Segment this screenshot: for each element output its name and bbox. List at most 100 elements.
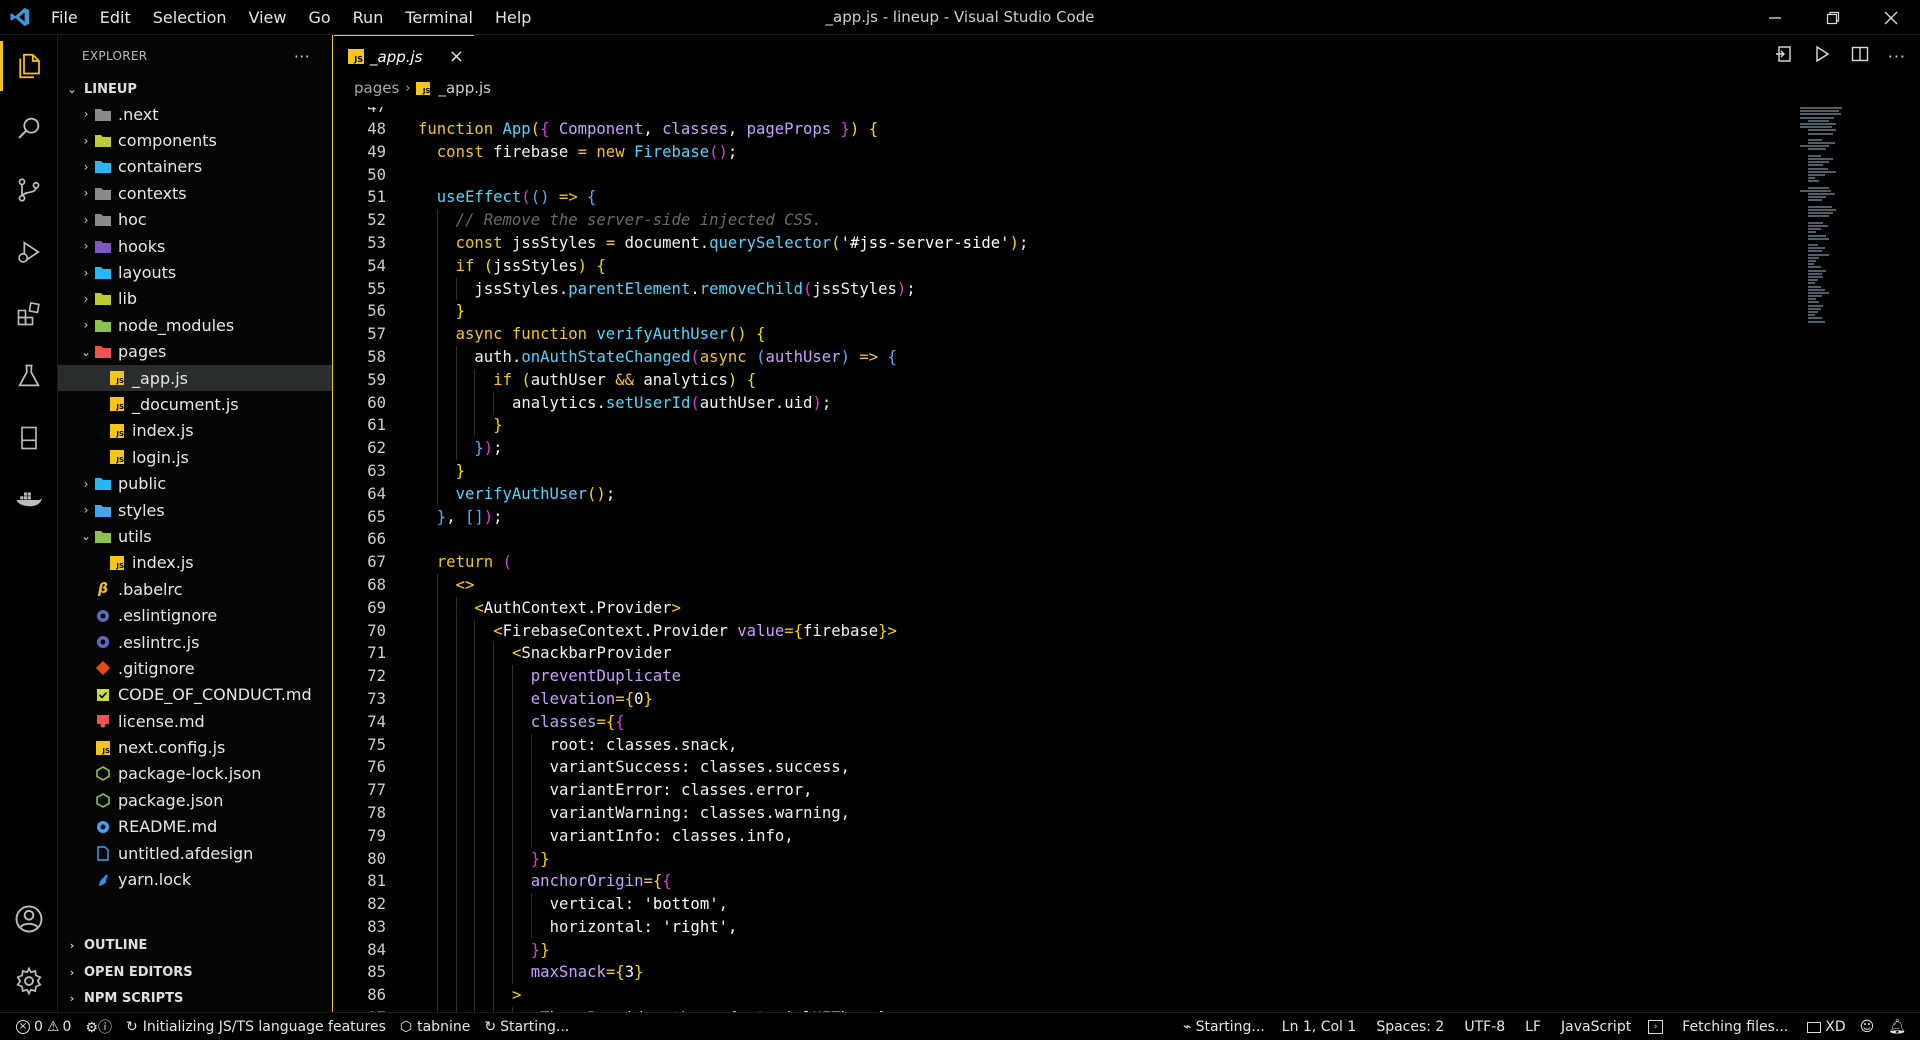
file-code-of-conduct-md[interactable]: CODE_OF_CONDUCT.md: [58, 682, 332, 708]
notifications-status[interactable]: 🔔︎: [1881, 1013, 1920, 1040]
menu-help[interactable]: Help: [484, 0, 542, 35]
code-token: {: [887, 347, 897, 366]
live-share-status[interactable]: ⚙ⓘ: [78, 1013, 119, 1040]
code-token: >: [671, 598, 681, 617]
folder-lib[interactable]: › lib: [58, 286, 332, 312]
run-debug-activity-button[interactable]: [0, 221, 58, 283]
accounts-activity-button[interactable]: [0, 888, 58, 950]
code-editor[interactable]: 47 48 function App({ Component, classes, p…: [334, 107, 1920, 1012]
file-index-js[interactable]: JS index.js: [58, 418, 332, 444]
docker-activity-button[interactable]: [0, 469, 58, 531]
folder-next[interactable]: › .next: [58, 101, 332, 127]
code-token: ;: [906, 279, 916, 298]
menu-file[interactable]: File: [40, 0, 89, 35]
minimap[interactable]: [1800, 107, 1870, 337]
close-tab-icon[interactable]: ×: [449, 46, 464, 67]
explorer-activity-button[interactable]: [0, 35, 58, 97]
file-eslintrc-js[interactable]: .eslintrc.js: [58, 629, 332, 655]
file-package-json[interactable]: package.json: [58, 787, 332, 813]
code-token: ,: [718, 895, 728, 914]
breadcrumb-folder[interactable]: pages: [354, 79, 399, 97]
line-number: 70: [367, 621, 386, 640]
file-yarn-lock[interactable]: yarn.lock: [58, 866, 332, 892]
project-section-header[interactable]: ⌄ LINEUP: [58, 77, 332, 101]
terminal-status[interactable]: ›: [1641, 1013, 1670, 1040]
tab-app-js[interactable]: JS _app.js ×: [334, 35, 474, 77]
code-token: (): [587, 484, 606, 503]
folder-layouts[interactable]: › layouts: [58, 259, 332, 285]
problems-status[interactable]: × 0 ⚠ 0: [0, 1013, 78, 1040]
activity-bar: [0, 35, 58, 1012]
starting-status[interactable]: ↻ Starting...: [477, 1013, 576, 1040]
code-token: ): [577, 256, 588, 275]
testing-activity-button[interactable]: [0, 345, 58, 407]
xd-status[interactable]: XD: [1800, 1013, 1852, 1040]
file-babelrc[interactable]: β .babelrc: [58, 576, 332, 602]
file-login-js[interactable]: JS login.js: [58, 444, 332, 470]
folder-hooks[interactable]: › hooks: [58, 233, 332, 259]
file-readme-md[interactable]: README.md: [58, 814, 332, 840]
code-token: return: [436, 553, 503, 572]
section-outline[interactable]: › OUTLINE: [58, 933, 332, 960]
search-activity-button[interactable]: [0, 97, 58, 159]
open-changes-icon[interactable]: [1774, 44, 1794, 68]
folder-hoc[interactable]: › hoc: [58, 207, 332, 233]
code-line: 61}: [334, 414, 1920, 438]
section-npm-scripts[interactable]: › NPM SCRIPTS: [58, 986, 332, 1013]
js-ts-status[interactable]: ↻ Initializing JS/TS language features: [119, 1013, 393, 1040]
remote-explorer-activity-button[interactable]: [0, 407, 58, 469]
extensions-activity-button[interactable]: [0, 283, 58, 345]
line-number: 74: [367, 712, 386, 731]
file-index-js[interactable]: JS index.js: [58, 550, 332, 576]
menu-terminal[interactable]: Terminal: [394, 0, 484, 35]
restore-button[interactable]: [1804, 0, 1862, 35]
close-window-button[interactable]: [1862, 0, 1920, 35]
split-editor-icon[interactable]: [1850, 44, 1870, 68]
code-token: if: [455, 256, 484, 275]
feedback-status[interactable]: ☺: [1853, 1013, 1882, 1040]
folder-contexts[interactable]: › contexts: [58, 180, 332, 206]
run-file-icon[interactable]: [1812, 44, 1832, 68]
folder-components[interactable]: › components: [58, 127, 332, 153]
activity-status[interactable]: ⌁ Starting...: [1176, 1013, 1272, 1040]
language-mode[interactable]: JavaScript: [1551, 1013, 1641, 1040]
file-document-js[interactable]: JS _document.js: [58, 391, 332, 417]
folder-containers[interactable]: › containers: [58, 154, 332, 180]
feedback-icon: ☺: [1859, 1019, 1875, 1035]
end-of-line[interactable]: LF: [1515, 1013, 1551, 1040]
encoding[interactable]: UTF-8: [1454, 1013, 1515, 1040]
tabnine-status[interactable]: ⬡ tabnine: [393, 1013, 477, 1040]
file-eslintignore[interactable]: .eslintignore: [58, 602, 332, 628]
file-next-config-js[interactable]: JS next.config.js: [58, 734, 332, 760]
cursor-position[interactable]: Ln 1, Col 1: [1272, 1013, 1367, 1040]
folder-node-modules[interactable]: › node_modules: [58, 312, 332, 338]
file-gitignore[interactable]: .gitignore: [58, 655, 332, 681]
more-actions-icon[interactable]: ···: [1888, 47, 1906, 66]
menu-go[interactable]: Go: [297, 0, 341, 35]
menu-edit[interactable]: Edit: [89, 0, 142, 35]
menu-selection[interactable]: Selection: [142, 0, 238, 35]
chevron-right-icon: ›: [83, 265, 89, 280]
breadcrumb-file[interactable]: _app.js: [438, 79, 491, 97]
source-control-activity-button[interactable]: [0, 159, 58, 221]
manage-activity-button[interactable]: [0, 950, 58, 1012]
code-token: =: [605, 963, 616, 982]
menu-run[interactable]: Run: [342, 0, 395, 35]
menu-view[interactable]: View: [238, 0, 298, 35]
file-untitled-afdesign[interactable]: untitled.afdesign: [58, 840, 332, 866]
folder-utils[interactable]: ⌄ utils: [58, 523, 332, 549]
code-text: preventDuplicate: [418, 665, 681, 688]
folder-pages[interactable]: ⌄ pages: [58, 339, 332, 365]
section-open-editors[interactable]: › OPEN EDITORS: [58, 959, 332, 986]
folder-public[interactable]: › public: [58, 470, 332, 496]
folder-styles[interactable]: › styles: [58, 497, 332, 523]
minimize-button[interactable]: [1746, 0, 1804, 35]
indentation[interactable]: Spaces: 2: [1366, 1013, 1454, 1040]
file-app-js[interactable]: JS _app.js: [58, 364, 332, 392]
file-package-lock-json[interactable]: package-lock.json: [58, 761, 332, 787]
file-license-md[interactable]: license.md: [58, 708, 332, 734]
explorer-more-actions-icon[interactable]: ···: [294, 47, 310, 66]
fetching-status[interactable]: Fetching files...: [1670, 1013, 1800, 1040]
code-token: <: [493, 621, 503, 640]
line-number: 81: [367, 872, 386, 891]
